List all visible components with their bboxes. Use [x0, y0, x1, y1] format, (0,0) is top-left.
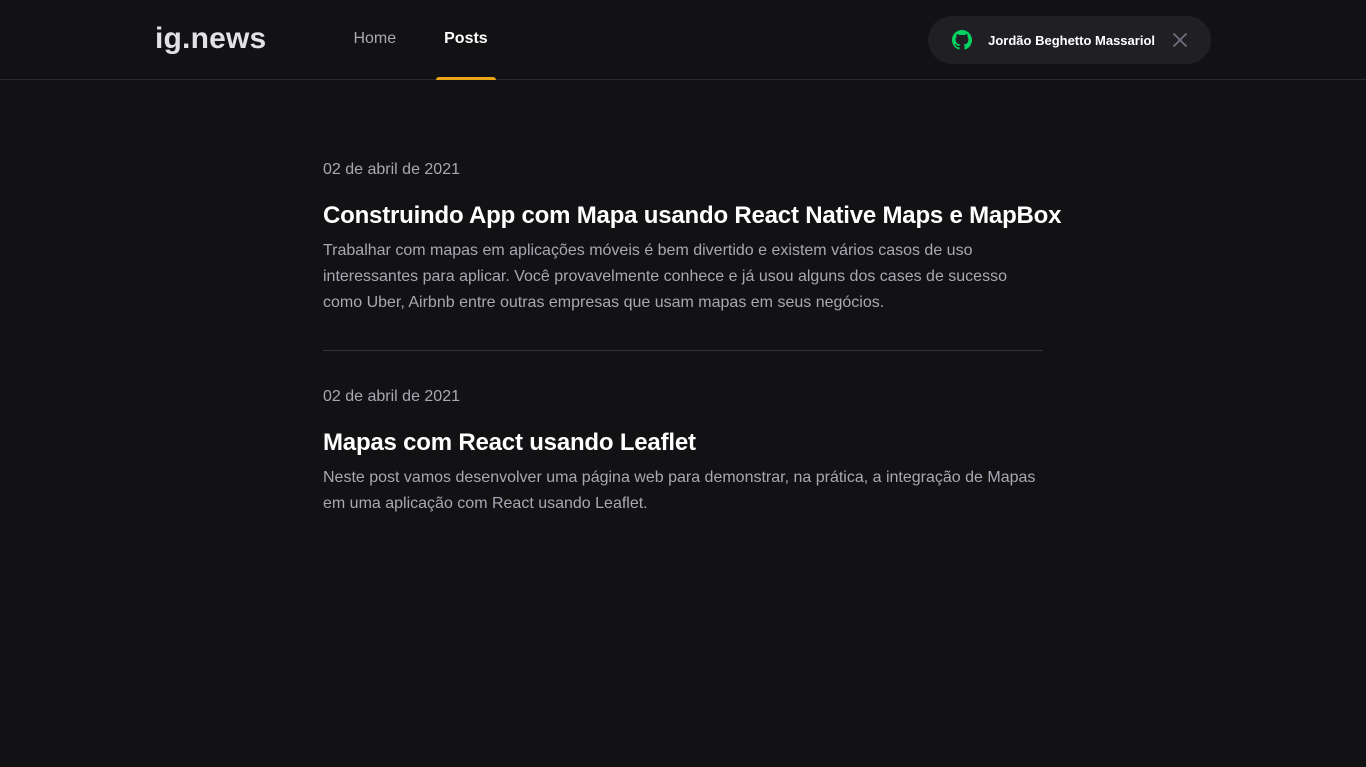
nav-link-posts[interactable]: Posts	[436, 0, 496, 80]
github-icon	[952, 30, 973, 50]
post-excerpt: Trabalhar com mapas em aplicações móveis…	[323, 242, 1007, 311]
nav-link-posts-label: Posts	[444, 30, 488, 47]
header-content: ig.news Home Posts Jordão Beghetto Massa…	[155, 0, 1211, 80]
post-date: 02 de abril de 2021	[323, 388, 460, 405]
posts-list: 02 de abril de 2021 Construindo App com …	[323, 80, 1061, 517]
post-date: 02 de abril de 2021	[323, 161, 460, 178]
user-name: Jordão Beghetto Massariol	[988, 32, 1155, 48]
user-signin-button[interactable]: Jordão Beghetto Massariol	[928, 16, 1211, 64]
logo[interactable]: ig.news	[155, 24, 266, 54]
nav-link-home[interactable]: Home	[345, 0, 404, 80]
header: ig.news Home Posts Jordão Beghetto Massa…	[0, 0, 1366, 80]
nav-link-home-label: Home	[353, 30, 397, 47]
close-icon[interactable]	[1173, 33, 1187, 47]
post-title[interactable]: Mapas com React usando Leaflet	[323, 425, 1043, 461]
post-excerpt: Neste post vamos desenvolver uma página …	[323, 469, 1036, 512]
post-card[interactable]: 02 de abril de 2021 Mapas com React usan…	[323, 350, 1043, 517]
main-nav: Home Posts	[345, 0, 496, 80]
post-title[interactable]: Construindo App com Mapa usando React Na…	[323, 198, 1061, 234]
post-card[interactable]: 02 de abril de 2021 Construindo App com …	[323, 158, 1061, 316]
